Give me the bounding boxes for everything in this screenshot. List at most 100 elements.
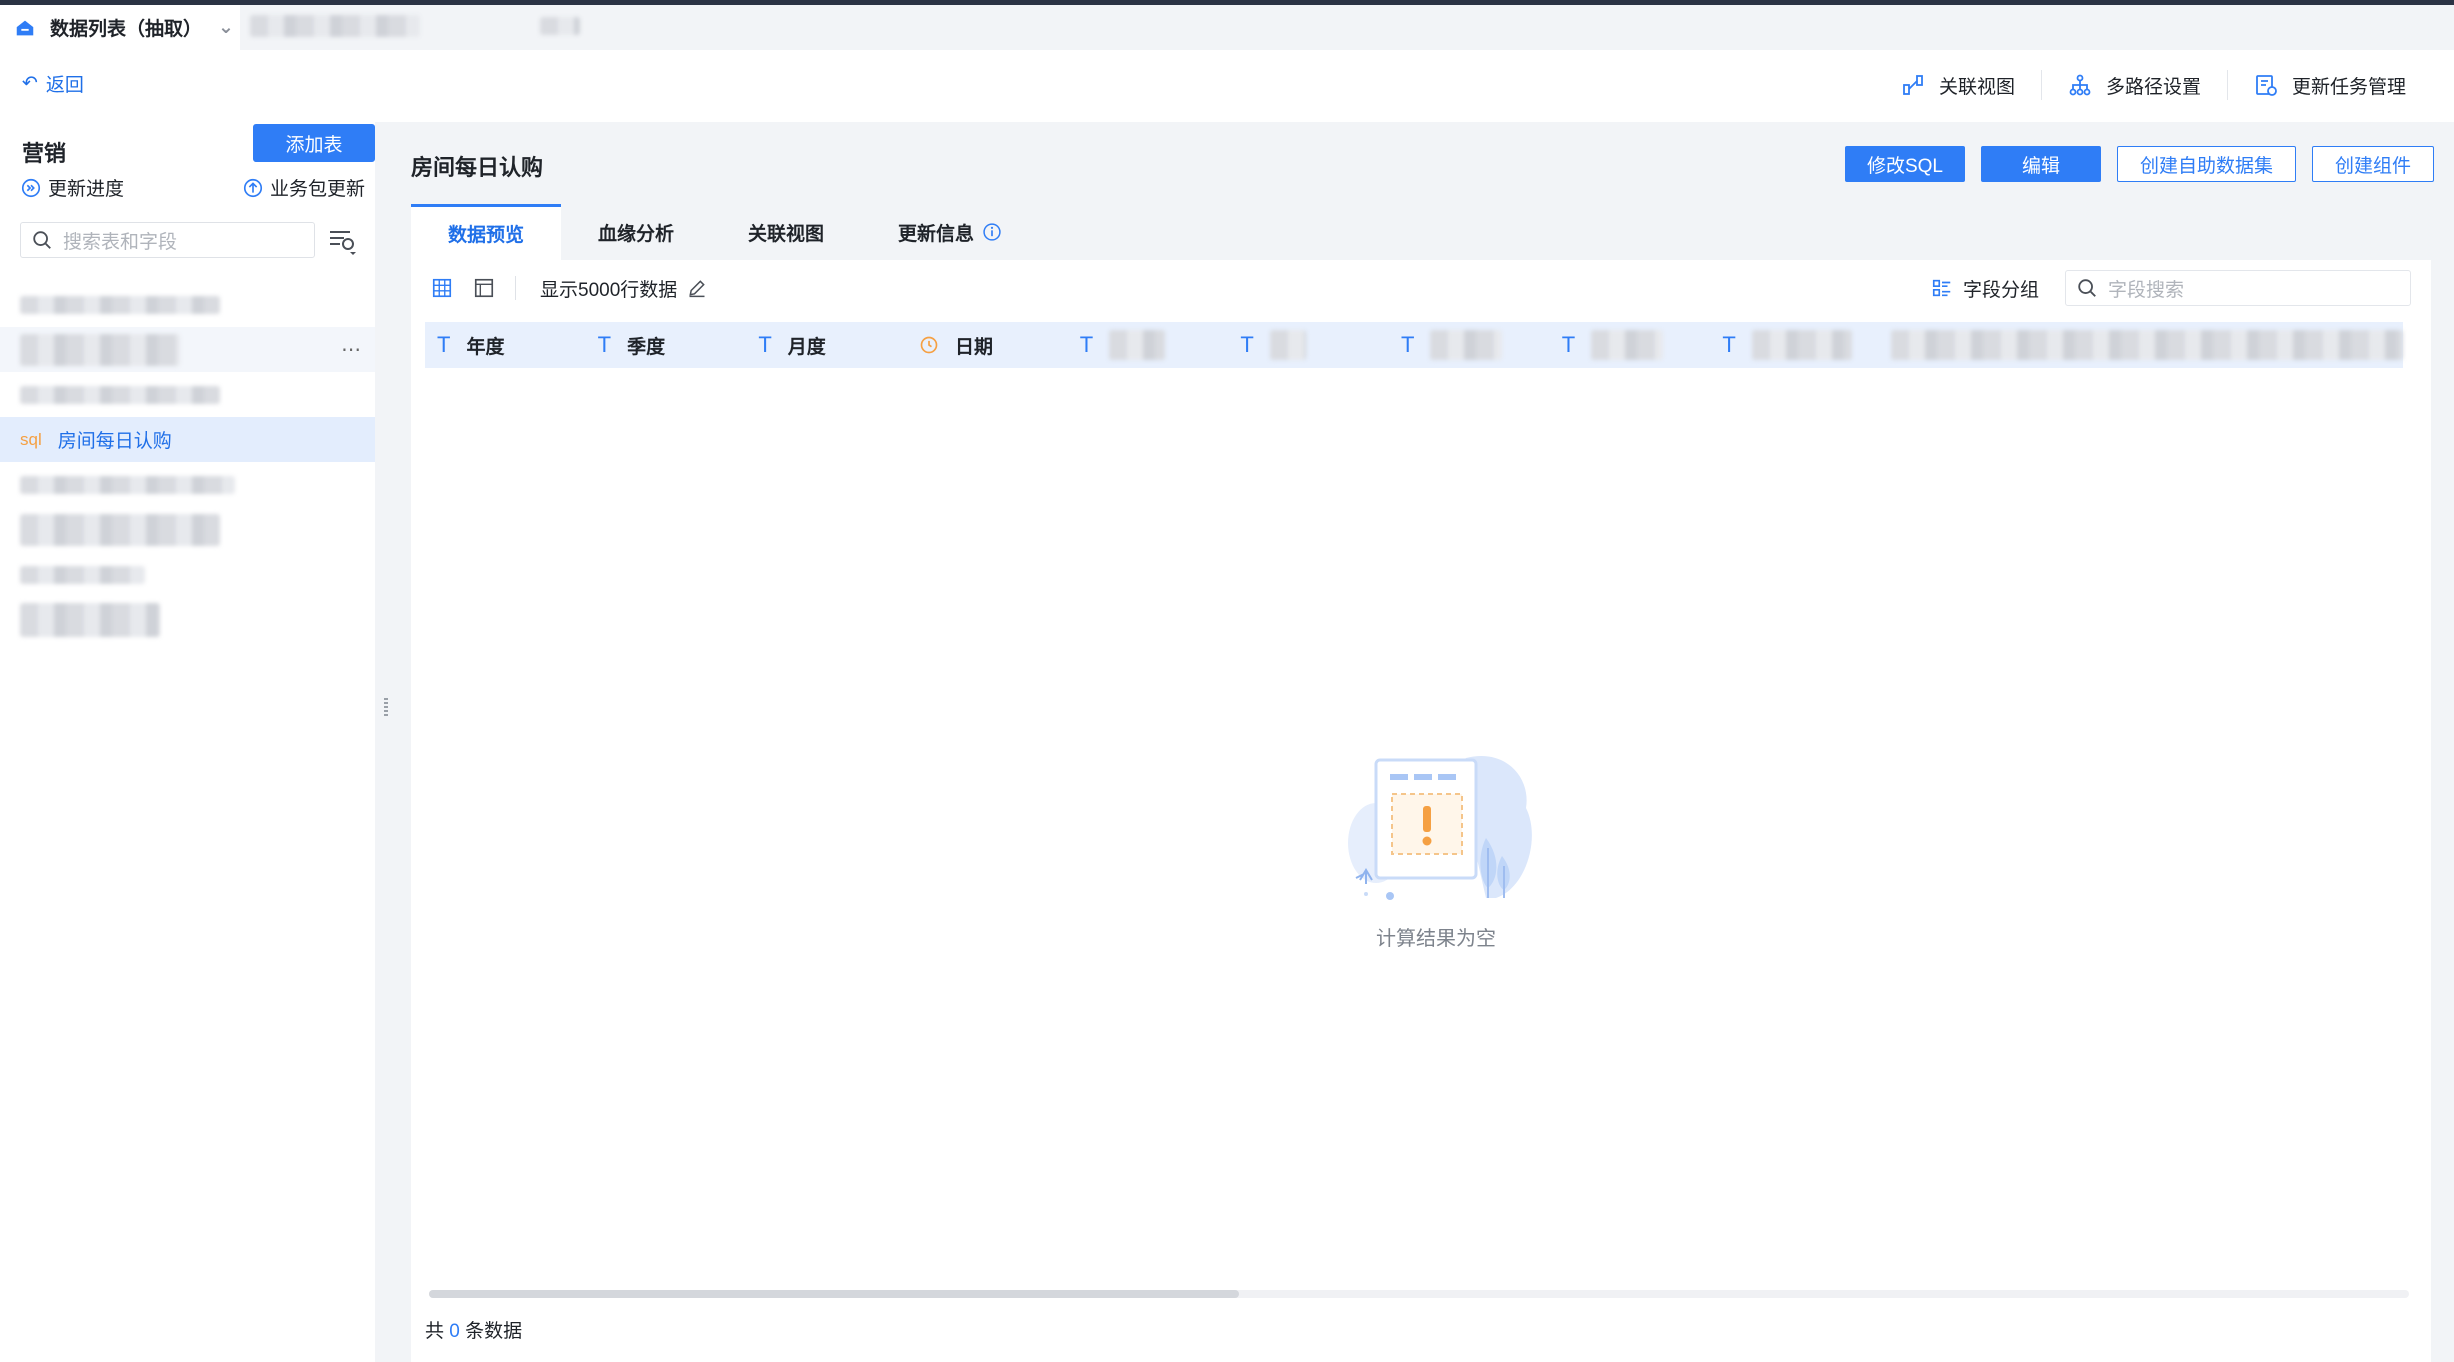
task-manage-button[interactable]: 更新任务管理 [2226, 70, 2432, 100]
redacted-column [1430, 330, 1503, 360]
column-header[interactable]: T [1068, 322, 1229, 368]
top-toolbar: ↶ 返回 关联视图 多路径设置 更新任务管理 [0, 50, 2454, 122]
back-label: 返回 [45, 75, 84, 96]
sidebar-title: 营销 [22, 141, 67, 166]
sql-badge: sql [20, 429, 42, 449]
task-manage-icon [2256, 75, 2277, 96]
tree-item[interactable] [0, 372, 375, 417]
sidebar-links: 更新进度 业务包更新 [20, 174, 365, 201]
info-icon[interactable] [982, 222, 1002, 242]
more-icon[interactable]: ⋯ [341, 337, 361, 362]
upload-icon [243, 178, 263, 197]
tab-bar: 数据预览 血缘分析 关联视图 更新信息 [411, 204, 2431, 260]
redacted-item [20, 475, 235, 494]
tab-lineage[interactable]: 血缘分析 [561, 204, 711, 260]
task-manage-label: 更新任务管理 [2291, 76, 2406, 98]
tab-data-preview[interactable]: 数据预览 [411, 204, 562, 260]
column-label: 月度 [787, 336, 826, 358]
content-panel: 数据预览 血缘分析 关联视图 更新信息 显示5000行数据 字段分组 字段搜索 … [411, 204, 2431, 1362]
tree-item-active[interactable]: sql 房间每日认购 [0, 417, 375, 462]
column-header[interactable]: T [1550, 322, 1711, 368]
redacted-item [20, 385, 220, 404]
table-search-input[interactable]: 搜索表和字段 [20, 222, 315, 258]
progress-icon [21, 178, 41, 197]
column-label: 日期 [955, 336, 994, 358]
multipath-button[interactable]: 多路径设置 [2040, 70, 2227, 100]
tree-item[interactable] [0, 597, 375, 642]
add-table-button[interactable]: 添加表 [253, 124, 375, 162]
redacted-item [20, 513, 220, 546]
column-header[interactable]: T 年度 [425, 322, 586, 368]
column-header[interactable]: T 季度 [586, 322, 747, 368]
redacted-column [1269, 330, 1306, 360]
text-type-icon: T [597, 332, 612, 357]
text-type-icon: T [758, 332, 772, 357]
horizontal-scrollbar[interactable] [429, 1290, 2409, 1298]
back-button[interactable]: ↶ 返回 [22, 70, 84, 97]
package-update-link[interactable]: 业务包更新 [242, 174, 365, 201]
relation-view-label: 关联视图 [1938, 76, 2015, 98]
header-buttons: 修改SQL 编辑 创建自助数据集 创建组件 [1844, 146, 2434, 182]
column-header[interactable]: 日期 [907, 322, 1068, 368]
tree-item[interactable] [0, 282, 375, 327]
datasource-tab[interactable]: 数据列表（抽取） ⌄ [0, 5, 240, 50]
search-icon [2078, 279, 2096, 297]
search-icon [33, 231, 51, 249]
tree-item[interactable] [0, 462, 375, 507]
preview-toolbar-right: 字段分组 字段搜索 [1931, 270, 2411, 306]
row-count-setting[interactable]: 显示5000行数据 [540, 275, 707, 302]
create-dataset-button[interactable]: 创建自助数据集 [2116, 146, 2296, 182]
tab-update-info[interactable]: 更新信息 [861, 204, 1039, 260]
panel-splitter[interactable] [375, 122, 388, 1362]
redacted-column [1591, 330, 1664, 360]
tree-item-label: 房间每日认购 [57, 431, 172, 452]
column-header[interactable]: T 月度 [746, 322, 907, 368]
modify-sql-button[interactable]: 修改SQL [1844, 146, 1965, 182]
pencil-icon[interactable] [687, 278, 707, 298]
layout-view-icon[interactable] [473, 277, 495, 299]
footer-prefix: 共 [425, 1321, 445, 1342]
tab-relation-view[interactable]: 关联视图 [711, 204, 861, 260]
sidebar: 营销 添加表 更新进度 业务包更新 搜索表和字段 ⋯ sql 房间每日认购 [0, 122, 375, 1362]
table-tree: ⋯ sql 房间每日认购 [0, 282, 375, 642]
redacted-column [1751, 330, 1852, 360]
relation-view-button[interactable]: 关联视图 [1875, 70, 2041, 100]
field-search-input[interactable]: 字段搜索 [2065, 270, 2411, 306]
edit-button[interactable]: 编辑 [1980, 146, 2101, 182]
redacted-item [20, 602, 160, 637]
footer-suffix: 条数据 [465, 1321, 523, 1342]
filter-icon[interactable] [328, 227, 358, 255]
text-type-icon: T [1561, 332, 1576, 357]
update-progress-label: 更新进度 [48, 179, 125, 200]
grid-view-icon[interactable] [431, 277, 453, 299]
column-header[interactable]: T [1710, 322, 1871, 368]
main-area: 房间每日认购 修改SQL 编辑 创建自助数据集 创建组件 数据预览 血缘分析 关… [388, 122, 2454, 1362]
scrollbar-thumb[interactable] [429, 1290, 1239, 1298]
relation-view-icon [1903, 75, 1923, 95]
field-group-label: 字段分组 [1962, 279, 2039, 301]
datasource-title: 数据列表（抽取） [50, 19, 203, 40]
table-header: T 年度 T 季度 T 月度 日期 T T T T T [425, 322, 2404, 368]
column-header[interactable]: T [1228, 322, 1389, 368]
multipath-label: 多路径设置 [2105, 76, 2201, 98]
datasource-tab-bar: 数据列表（抽取） ⌄ [0, 5, 2454, 50]
search-placeholder: 搜索表和字段 [63, 231, 178, 253]
home-icon [16, 20, 34, 35]
empty-state-text: 计算结果为空 [1376, 928, 1496, 950]
create-component-button[interactable]: 创建组件 [2311, 146, 2434, 182]
column-label: 季度 [627, 336, 666, 358]
text-type-icon: T [1722, 332, 1736, 357]
text-type-icon: T [437, 332, 451, 357]
redacted-column [1109, 330, 1166, 360]
tree-item[interactable]: ⋯ [0, 327, 375, 372]
multipath-icon [2069, 74, 2091, 96]
row-count-footer: 共 0 条数据 [425, 1316, 522, 1343]
update-progress-link[interactable]: 更新进度 [20, 174, 124, 201]
footer-count: 0 [449, 1321, 460, 1342]
chevron-down-icon[interactable]: ⌄ [218, 16, 234, 39]
page-title: 房间每日认购 [411, 155, 544, 180]
field-group-button[interactable]: 字段分组 [1931, 275, 2039, 302]
column-header[interactable]: T [1389, 322, 1550, 368]
tree-item[interactable] [0, 507, 375, 552]
tree-item[interactable] [0, 552, 375, 597]
